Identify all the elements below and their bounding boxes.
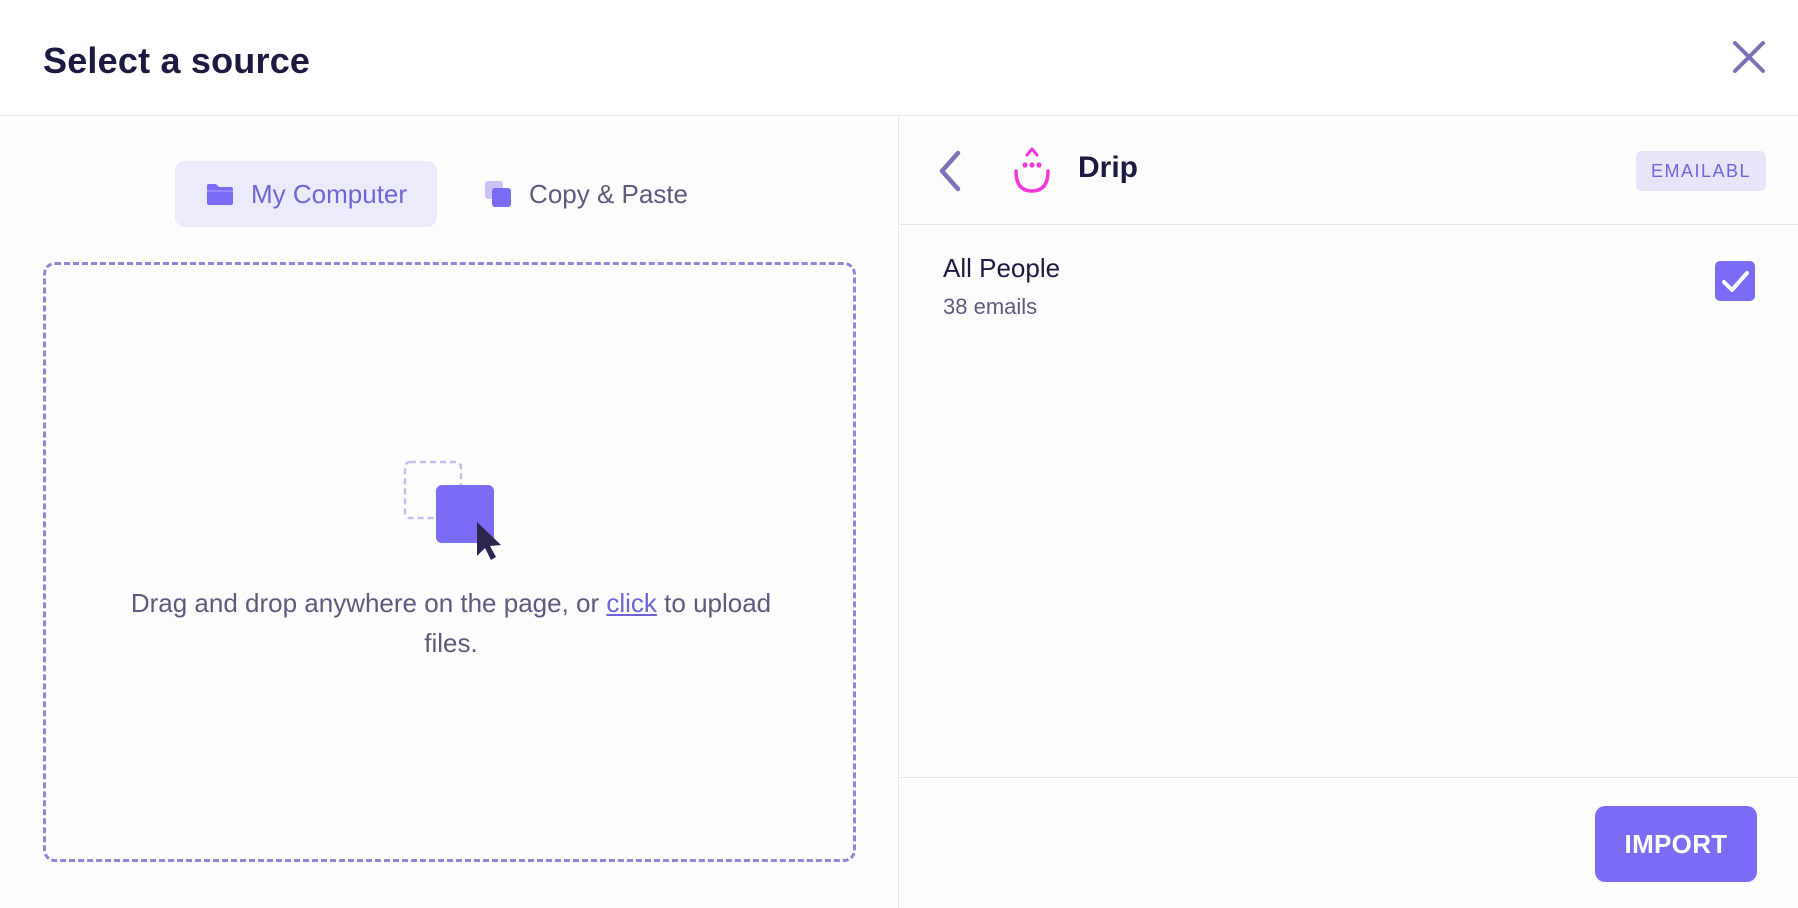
checkmark-icon [1722,271,1749,292]
dropzone-instructions: Drag and drop anywhere on the page, or c… [106,583,796,663]
close-icon [1733,41,1765,73]
list-email-count: 38 emails [943,294,1038,319]
provider-header: Drip EMAILABL [900,117,1798,225]
list-name: All People [943,253,1061,283]
list-pane: Drip EMAILABL All People 38 emails IMPOR… [900,117,1798,908]
tab-label: Copy & Paste [529,178,689,209]
pane-footer: IMPORT [900,777,1798,908]
tab-label: My Computer [251,178,408,209]
modal-title: Select a source [43,40,311,81]
dropzone-text-before: Drag and drop anywhere on the page, or [130,588,607,618]
modal-header: Select a source [0,0,1798,116]
folder-icon [207,184,233,205]
provider-name: Drip [1078,151,1138,184]
select-source-modal: Select a source My Computer Copy & Paste… [0,0,1798,908]
tab-copy-paste[interactable]: Copy & Paste [453,161,718,227]
source-tabs: My Computer Copy & Paste [175,161,718,227]
click-to-upload-link[interactable]: click [606,588,657,618]
upload-pane: My Computer Copy & Paste Drag and drop a… [0,117,899,908]
back-button[interactable] [934,149,970,193]
list-checkbox[interactable] [1715,261,1755,301]
list-item[interactable]: All People 38 emails [900,225,1798,325]
chevron-left-icon [939,150,961,192]
copy-icon [485,181,512,207]
upload-illustration-icon [403,460,501,560]
file-dropzone[interactable]: Drag and drop anywhere on the page, or c… [43,262,856,862]
drip-logo-icon [1014,147,1050,193]
close-button[interactable] [1730,38,1768,76]
tab-my-computer[interactable]: My Computer [175,161,438,227]
provider-badge: EMAILABL [1636,151,1767,191]
import-button[interactable]: IMPORT [1595,806,1757,882]
